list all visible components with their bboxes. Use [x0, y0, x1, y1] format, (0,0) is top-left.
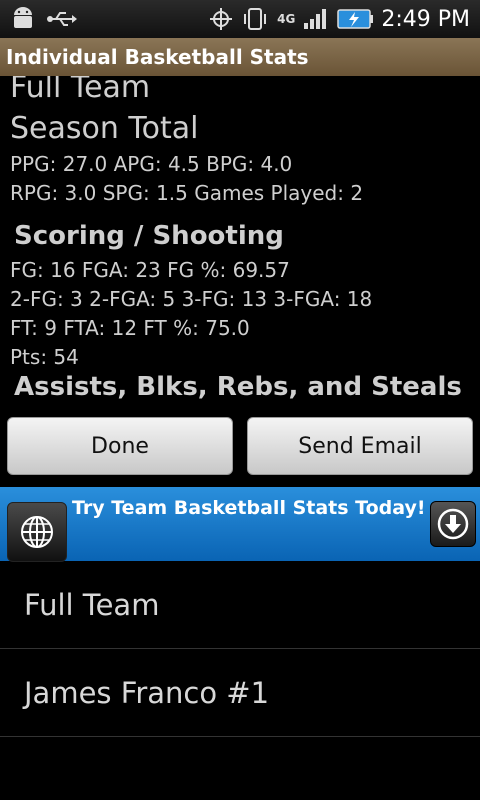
done-button[interactable]: Done — [7, 417, 233, 475]
list-item-label: James Franco #1 — [24, 675, 270, 710]
list-item-label: Full Team — [24, 587, 160, 622]
misc-header: Assists, Blks, Rebs, and Steals — [14, 372, 462, 402]
stats-scroll-area[interactable]: Full Team Season Total PPG: 27.0 APG: 4.… — [0, 76, 480, 406]
ft-line: FT: 9 FTA: 12 FT %: 75.0 — [10, 316, 250, 340]
vibrate-icon — [241, 7, 269, 31]
globe-icon — [7, 502, 67, 562]
fg2-line: 2-FG: 3 2-FGA: 5 3-FG: 13 3-FGA: 18 — [10, 287, 373, 311]
gps-icon — [209, 7, 233, 31]
clock: 2:49 PM — [381, 6, 470, 32]
title-bar: Individual Basketball Stats — [0, 38, 480, 76]
pts-line: Pts: 54 — [10, 345, 79, 369]
download-icon[interactable] — [430, 501, 476, 547]
status-bar: 4G 2:49 PM — [0, 0, 480, 38]
list-item-player[interactable]: James Franco #1 — [0, 649, 480, 737]
signal-icon — [303, 8, 329, 30]
period-title: Season Total — [10, 111, 199, 146]
list-item-full-team[interactable]: Full Team — [0, 561, 480, 649]
usb-icon — [46, 9, 78, 29]
stat-line-2: RPG: 3.0 SPG: 1.5 Games Played: 2 — [10, 181, 364, 205]
fg-line: FG: 16 FGA: 23 FG %: 69.57 — [10, 258, 290, 282]
stat-line-1: PPG: 27.0 APG: 4.5 BPG: 4.0 — [10, 152, 293, 176]
send-email-button[interactable]: Send Email — [247, 417, 473, 475]
ad-text: Try Team Basketball Stats Today! — [72, 497, 426, 519]
4g-icon: 4G — [277, 11, 296, 26]
team-name: Full Team — [10, 76, 151, 105]
app-title: Individual Basketball Stats — [6, 45, 309, 69]
android-icon — [10, 6, 36, 32]
battery-charging-icon — [337, 7, 374, 31]
ad-banner[interactable]: Try Team Basketball Stats Today! — [0, 487, 480, 562]
scoring-header: Scoring / Shooting — [14, 221, 284, 251]
